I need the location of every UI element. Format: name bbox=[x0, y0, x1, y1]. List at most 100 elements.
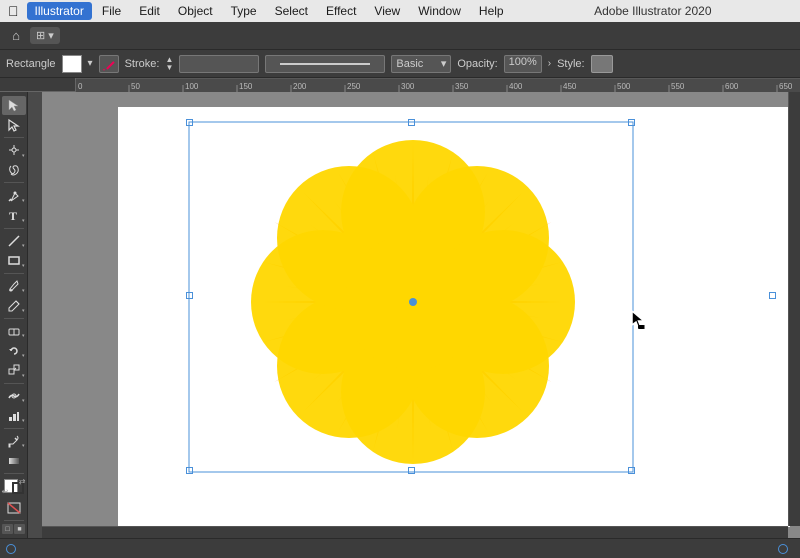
stroke-icon[interactable] bbox=[99, 55, 119, 73]
svg-text:250: 250 bbox=[347, 82, 361, 91]
apple-logo[interactable]:  bbox=[8, 3, 19, 19]
pen-tool[interactable]: ▾ bbox=[2, 186, 26, 205]
magic-wand-tool[interactable]: ▾ bbox=[2, 141, 26, 160]
brush-selector[interactable] bbox=[265, 55, 385, 73]
artboard[interactable] bbox=[118, 107, 790, 527]
svg-text:200: 200 bbox=[293, 82, 307, 91]
rotate-tool[interactable]: ▾ bbox=[2, 341, 26, 360]
selection-handle-tl[interactable] bbox=[186, 119, 193, 126]
workspace-switcher[interactable]: ⊞ ▾ bbox=[30, 27, 60, 44]
opacity-value[interactable]: 100% bbox=[504, 55, 542, 73]
line-tool[interactable]: ▾ bbox=[2, 231, 26, 250]
menu-illustrator[interactable]: Illustrator bbox=[27, 2, 92, 20]
tool-separator-8 bbox=[4, 473, 24, 474]
basic-arrow: ▾ bbox=[441, 57, 447, 70]
ruler-corner bbox=[0, 78, 76, 92]
style-label: Style: bbox=[557, 58, 585, 70]
basic-label: Basic bbox=[396, 58, 423, 70]
menu-effect[interactable]: Effect bbox=[318, 2, 364, 20]
selection-handle-ml[interactable] bbox=[186, 292, 193, 299]
main-area: ▾ ▾ T ▾ bbox=[0, 92, 800, 538]
ruler-marks: 0 50 100 150 200 250 300 350 400 450 500… bbox=[76, 78, 800, 92]
selection-handle-tc[interactable] bbox=[408, 119, 415, 126]
menu-help[interactable]: Help bbox=[471, 2, 512, 20]
workspace-icon: ⊞ bbox=[36, 29, 45, 42]
menu-view[interactable]: View bbox=[366, 2, 408, 20]
lasso-tool[interactable] bbox=[2, 161, 26, 180]
shape-label: Rectangle bbox=[6, 58, 56, 70]
canvas-area[interactable] bbox=[28, 92, 800, 538]
tool-separator-3 bbox=[4, 228, 24, 229]
svg-text:300: 300 bbox=[401, 82, 415, 91]
selection-handle-mr[interactable] bbox=[769, 292, 776, 299]
menu-bar:  Illustrator File Edit Object Type Sele… bbox=[0, 0, 800, 22]
properties-bar: Rectangle ▾ Stroke: ▲ ▼ Basic ▾ Opacity:… bbox=[0, 50, 800, 78]
scale-tool[interactable]: ▾ bbox=[2, 361, 26, 380]
selection-handle-bl[interactable] bbox=[186, 467, 193, 474]
svg-text:T: T bbox=[9, 209, 17, 222]
app-title: Adobe Illustrator 2020 bbox=[594, 4, 711, 18]
tool-separator-9 bbox=[4, 520, 24, 521]
menu-window[interactable]: Window bbox=[410, 2, 469, 20]
tool-separator-1 bbox=[4, 137, 24, 138]
menu-file[interactable]: File bbox=[94, 2, 129, 20]
type-tool[interactable]: T ▾ bbox=[2, 206, 26, 225]
fill-color-box[interactable] bbox=[62, 55, 82, 73]
status-bar bbox=[0, 538, 800, 558]
outline-view-button[interactable]: ■ bbox=[14, 524, 25, 534]
stroke-value-box[interactable] bbox=[179, 55, 259, 73]
tool-separator-5 bbox=[4, 318, 24, 319]
brush-type-selector[interactable]: Basic ▾ bbox=[391, 55, 451, 73]
tool-separator-2 bbox=[4, 182, 24, 183]
selection-handle-br[interactable] bbox=[628, 467, 635, 474]
eraser-tool[interactable]: ▾ bbox=[2, 322, 26, 341]
selection-tool[interactable] bbox=[2, 96, 26, 115]
eyedropper-tool[interactable]: ▾ bbox=[2, 432, 26, 451]
graph-tool[interactable]: ▾ bbox=[2, 406, 26, 425]
app-toolbar: ⌂ ⊞ ▾ bbox=[0, 22, 800, 50]
menu-type[interactable]: Type bbox=[223, 2, 265, 20]
svg-text:150: 150 bbox=[239, 82, 253, 91]
flower-artwork bbox=[118, 107, 790, 527]
selection-handle-tr[interactable] bbox=[628, 119, 635, 126]
tool-separator-4 bbox=[4, 273, 24, 274]
style-box[interactable] bbox=[591, 55, 613, 73]
home-button[interactable]: ⌂ bbox=[6, 26, 26, 46]
status-circle-right[interactable] bbox=[778, 544, 788, 554]
scroll-bar-bottom[interactable] bbox=[42, 526, 788, 538]
opacity-label: Opacity: bbox=[457, 58, 497, 70]
view-mode-row: □ ■ bbox=[2, 524, 25, 534]
paintbrush-tool[interactable]: ▾ bbox=[2, 277, 26, 296]
rectangle-tool[interactable]: ▾ bbox=[2, 251, 26, 270]
ruler-left-marks bbox=[28, 92, 42, 538]
pencil-tool[interactable]: ▾ bbox=[2, 296, 26, 315]
fill-stroke-box[interactable]: ⇄ ↩ bbox=[2, 477, 26, 496]
svg-text:550: 550 bbox=[671, 82, 685, 91]
selection-handle-bc[interactable] bbox=[408, 467, 415, 474]
menu-select[interactable]: Select bbox=[267, 2, 316, 20]
center-point bbox=[409, 298, 417, 306]
svg-text:650: 650 bbox=[779, 82, 793, 91]
gradient-tool[interactable] bbox=[2, 451, 26, 470]
opacity-arrow[interactable]: › bbox=[548, 58, 551, 69]
warp-tool[interactable]: ▾ bbox=[2, 387, 26, 406]
scroll-bar-right[interactable] bbox=[788, 92, 800, 526]
fill-arrow[interactable]: ▾ bbox=[88, 58, 93, 69]
svg-text:0: 0 bbox=[78, 82, 83, 91]
none-fill-button[interactable] bbox=[2, 499, 26, 518]
menu-edit[interactable]: Edit bbox=[131, 2, 168, 20]
status-circle-left[interactable] bbox=[6, 544, 16, 554]
menu-object[interactable]: Object bbox=[170, 2, 221, 20]
swap-icon[interactable]: ⇄ bbox=[19, 477, 26, 486]
ruler-top: 0 50 100 150 200 250 300 350 400 450 500… bbox=[0, 78, 800, 92]
svg-text:600: 600 bbox=[725, 82, 739, 91]
default-icon[interactable]: ↩ bbox=[2, 487, 9, 496]
direct-selection-tool[interactable] bbox=[2, 116, 26, 135]
stroke-spinners[interactable]: ▲ ▼ bbox=[165, 56, 173, 72]
stroke-label: Stroke: bbox=[125, 58, 160, 70]
ruler-left bbox=[28, 92, 42, 538]
normal-view-button[interactable]: □ bbox=[2, 524, 13, 534]
tool-separator-7 bbox=[4, 428, 24, 429]
svg-text:400: 400 bbox=[509, 82, 523, 91]
svg-text:350: 350 bbox=[455, 82, 469, 91]
